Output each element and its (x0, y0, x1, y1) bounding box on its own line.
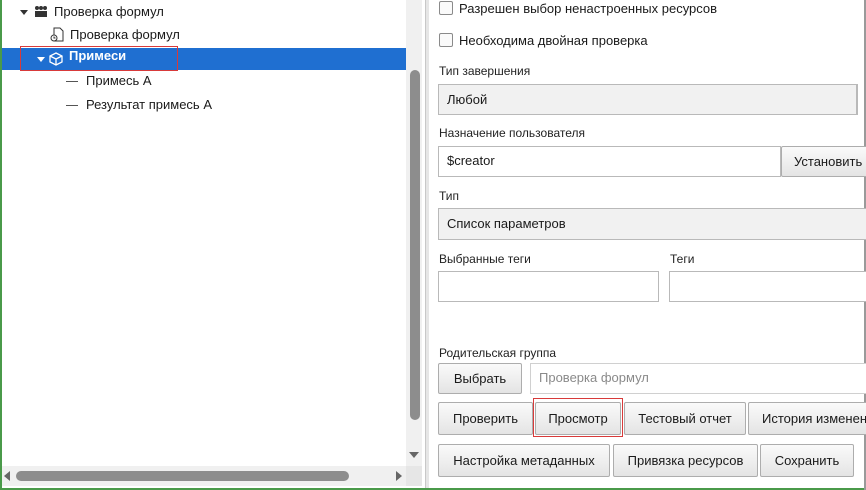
group-icon (35, 6, 47, 17)
type-label: Тип (439, 189, 460, 203)
save-button[interactable]: Сохранить (760, 444, 854, 477)
selected-tags-input[interactable] (438, 271, 659, 302)
unconfigured-resources-label: Разрешен выбор ненастроенных ресурсов (459, 1, 718, 16)
double-check-checkbox[interactable] (439, 33, 453, 47)
tags-label: Теги (670, 252, 695, 266)
set-user-button[interactable]: Установить (781, 146, 866, 177)
parent-group-input[interactable]: Проверка формул (530, 363, 866, 394)
test-report-button[interactable]: Тестовый отчет (624, 402, 746, 435)
dash-icon (66, 81, 78, 82)
tree-item-label: Проверка формул (70, 27, 180, 42)
tree-item-label: Результат примесь А (86, 97, 212, 112)
tree-horizontal-scroll-thumb[interactable] (16, 471, 349, 481)
tree-item-label: Проверка формул (54, 4, 164, 19)
user-assignment-input[interactable]: $creator (438, 146, 781, 177)
tree-item-formula-check[interactable]: Проверка формул (50, 24, 400, 46)
parent-group-placeholder: Проверка формул (539, 370, 649, 385)
scroll-right-arrow-icon[interactable] (396, 471, 402, 481)
metadata-settings-button[interactable]: Настройка метаданных (438, 444, 610, 477)
select-divider (856, 84, 857, 115)
check-button[interactable]: Проверить (438, 402, 533, 435)
scroll-down-arrow-icon[interactable] (409, 452, 419, 458)
tags-input[interactable] (669, 271, 866, 302)
user-assignment-label: Назначение пользователя (439, 126, 585, 140)
tree-item-impurity-a-result[interactable]: Результат примесь А (66, 94, 396, 116)
tree-item-impurity-a[interactable]: Примесь А (66, 70, 396, 92)
user-assignment-value: $creator (447, 153, 495, 168)
expand-arrow-icon[interactable] (20, 10, 28, 15)
parent-group-label: Родительская группа (439, 346, 557, 360)
selection-highlight-outline (20, 46, 178, 71)
selected-tags-label: Выбранные теги (439, 252, 531, 266)
completion-type-value: Любой (447, 92, 488, 107)
dash-icon (66, 105, 78, 106)
tree-vertical-scroll-thumb[interactable] (410, 70, 420, 420)
select-parent-button[interactable]: Выбрать (438, 363, 522, 394)
resource-binding-button[interactable]: Привязка ресурсов (613, 444, 758, 477)
type-value: Список параметров (447, 216, 566, 231)
scrollbar-corner (406, 466, 422, 486)
tree-item-label: Примесь А (86, 73, 152, 88)
type-select[interactable]: Список параметров (438, 208, 866, 240)
scroll-left-arrow-icon[interactable] (4, 471, 10, 481)
tree-item-formula-check-group[interactable]: Проверка формул (20, 1, 400, 23)
change-history-button[interactable]: История изменений (748, 402, 866, 435)
double-check-label: Необходима двойная проверка (459, 33, 648, 48)
preview-highlight-outline (533, 398, 623, 437)
completion-type-select[interactable]: Любой (438, 84, 858, 115)
unconfigured-resources-checkbox[interactable] (439, 1, 453, 15)
completion-type-label: Тип завершения (439, 64, 531, 78)
formula-file-icon (50, 27, 64, 42)
